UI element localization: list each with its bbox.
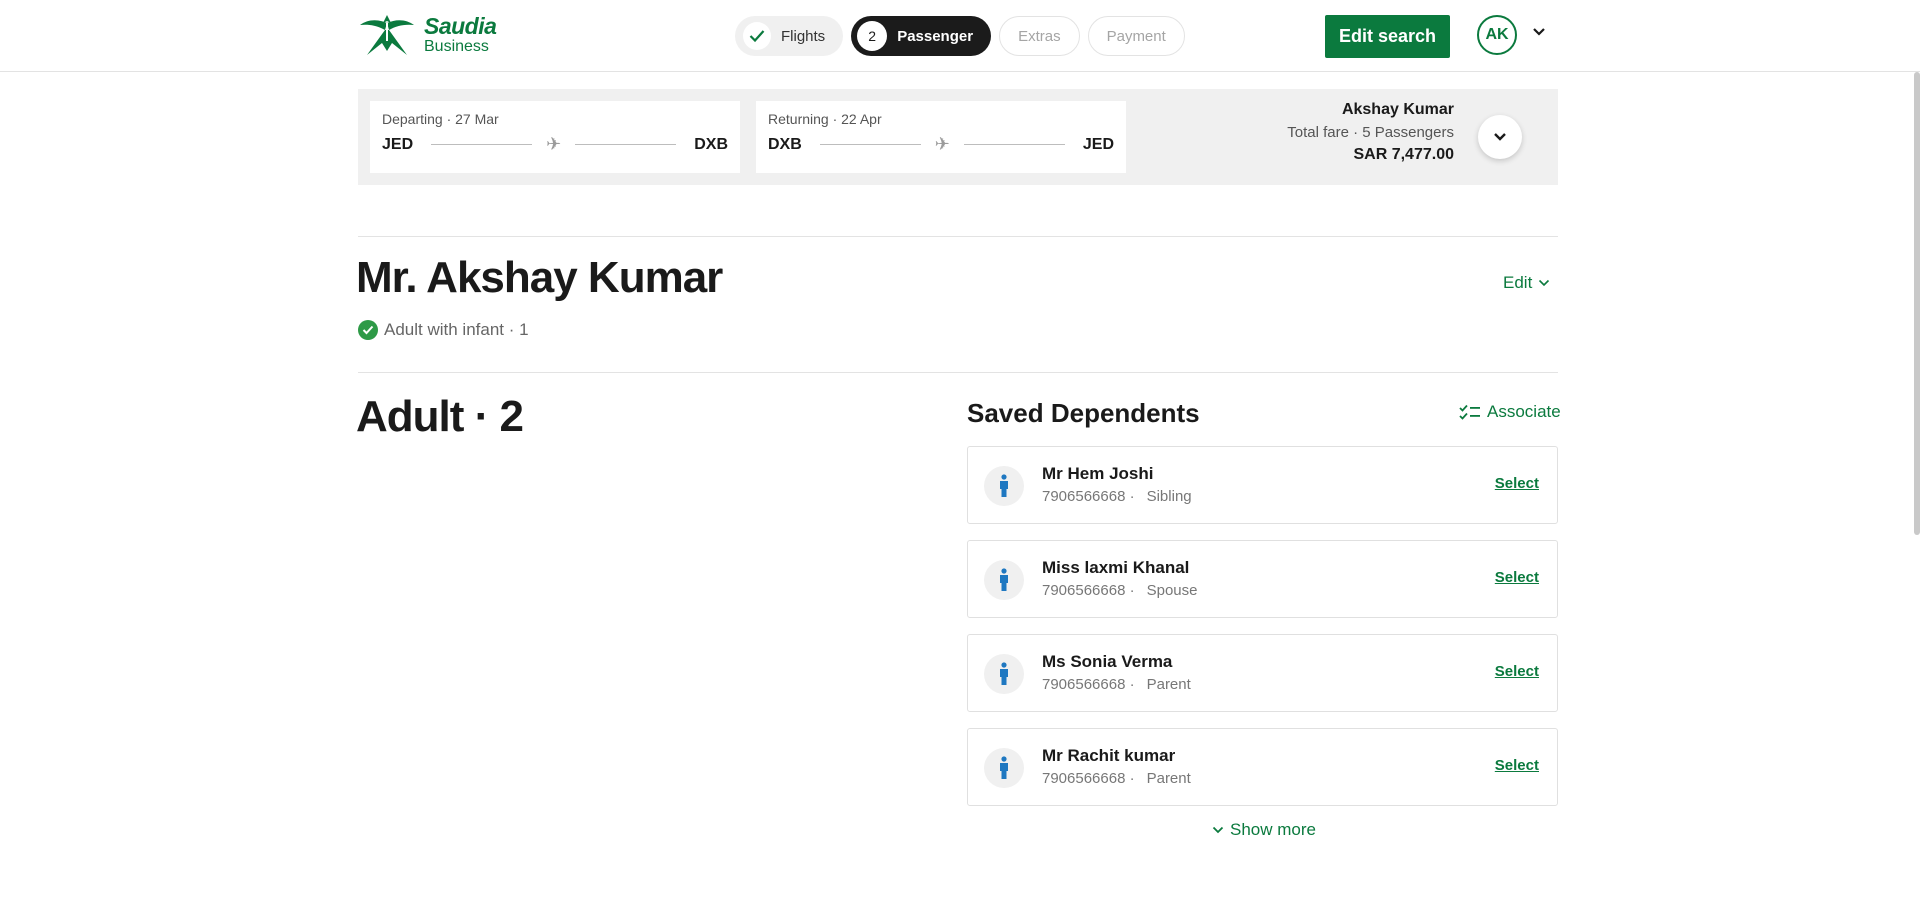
passenger-name: Mr. Akshay Kumar [356, 253, 723, 302]
dependent-phone: 7906566668 · [1042, 488, 1135, 505]
edit-search-button[interactable]: Edit search [1325, 15, 1450, 58]
step-passenger[interactable]: 2 Passenger [851, 16, 992, 56]
select-dependent-link[interactable]: Select [1495, 569, 1539, 586]
returning-label: Returning · 22 Apr [768, 111, 882, 127]
check-icon [743, 22, 771, 50]
chevron-down-icon[interactable] [1532, 24, 1546, 42]
select-dependent-link[interactable]: Select [1495, 757, 1539, 774]
departing-label: Departing · 27 Mar [382, 111, 499, 127]
checklist-icon [1459, 404, 1480, 420]
user-avatar[interactable]: AK [1477, 15, 1517, 55]
edit-passenger-link[interactable]: Edit [1503, 273, 1550, 293]
select-dependent-link[interactable]: Select [1495, 475, 1539, 492]
dependent-card: Mr Rachit kumar 7906566668 · Parent Selec… [967, 728, 1558, 806]
step-number: 2 [857, 21, 888, 51]
fare-amount: SAR 7,477.00 [1353, 146, 1454, 163]
dependent-relation: Parent [1146, 676, 1191, 693]
step-passenger-label: Passenger [897, 27, 974, 45]
dependent-name: Miss laxmi Khanal [1042, 558, 1190, 577]
expand-fare-button[interactable] [1478, 115, 1522, 159]
dependent-name: Ms Sonia Verma [1042, 652, 1173, 671]
chevron-down-icon [1494, 133, 1506, 141]
saudia-logo[interactable]: Saudia Business [358, 12, 497, 58]
plane-icon: ✈ [546, 134, 562, 154]
trip-summary: Departing · 27 Mar JED ✈ DXB Returning ·… [358, 89, 1558, 185]
section-title: Adult · 2 [356, 392, 524, 441]
step-extras[interactable]: Extras [999, 16, 1080, 56]
person-icon [984, 560, 1024, 600]
step-flights-label: Flights [781, 27, 826, 45]
step-extras-label: Extras [1018, 27, 1061, 45]
passenger-type: Adult with infant · 1 [358, 320, 529, 340]
returning-leg: Returning · 22 Apr DXB ✈ JED [756, 101, 1126, 173]
booking-steps: Flights 2 Passenger Extras Payment [735, 16, 1185, 56]
fare-subtitle: Total fare · 5 Passengers [1287, 124, 1454, 141]
passenger-type-label: Adult with infant · 1 [384, 320, 529, 339]
associate-label: Associate [1487, 402, 1561, 421]
scrollbar[interactable] [1914, 72, 1920, 535]
person-icon [984, 748, 1024, 788]
departing-leg: Departing · 27 Mar JED ✈ DXB [370, 101, 740, 173]
plane-icon: ✈ [934, 134, 950, 154]
fare-summary: Akshay Kumar Total fare · 5 Passengers S… [1287, 101, 1454, 164]
dependent-relation: Parent [1146, 770, 1191, 787]
chevron-down-icon [1539, 279, 1550, 287]
dependent-card: Miss laxmi Khanal 7906566668 · Spouse Sel… [967, 540, 1558, 618]
dependent-relation: Spouse [1146, 582, 1198, 599]
dependent-name: Mr Hem Joshi [1042, 464, 1154, 483]
returning-origin: DXB [768, 135, 802, 153]
divider [358, 236, 1558, 237]
returning-destination: JED [1082, 135, 1114, 153]
step-payment[interactable]: Payment [1087, 16, 1185, 56]
palm-logo-icon [360, 15, 414, 55]
show-more-link[interactable]: Show more [1212, 820, 1316, 840]
person-icon [984, 466, 1024, 506]
dependent-phone: 7906566668 · [1042, 770, 1135, 787]
select-dependent-link[interactable]: Select [1495, 663, 1539, 680]
brand-name: Saudia [424, 13, 497, 39]
dependent-relation: Sibling [1146, 488, 1192, 505]
step-payment-label: Payment [1106, 27, 1166, 45]
show-more-label: Show more [1230, 820, 1316, 839]
check-circle-icon [358, 320, 378, 340]
divider [358, 372, 1558, 373]
dependent-phone: 7906566668 · [1042, 676, 1135, 693]
dependent-phone: 7906566668 · [1042, 582, 1135, 599]
departing-destination: DXB [694, 135, 728, 153]
dependent-card: Ms Sonia Verma 7906566668 · Parent Select [967, 634, 1558, 712]
chevron-down-icon [1212, 826, 1224, 834]
person-icon [984, 654, 1024, 694]
brand-sub: Business [424, 38, 489, 55]
departing-origin: JED [382, 135, 414, 153]
step-flights[interactable]: Flights [735, 16, 844, 56]
fare-passenger-name: Akshay Kumar [1341, 101, 1454, 118]
saved-dependents-title: Saved Dependents [967, 398, 1200, 428]
edit-label: Edit [1503, 273, 1533, 292]
top-header: Saudia Business Flights 2 Passenger Extr… [0, 0, 1920, 72]
dependent-name: Mr Rachit kumar [1042, 746, 1176, 765]
associate-link[interactable]: Associate [1459, 402, 1561, 422]
dependent-card: Mr Hem Joshi 7906566668 · Sibling Select [967, 446, 1558, 524]
